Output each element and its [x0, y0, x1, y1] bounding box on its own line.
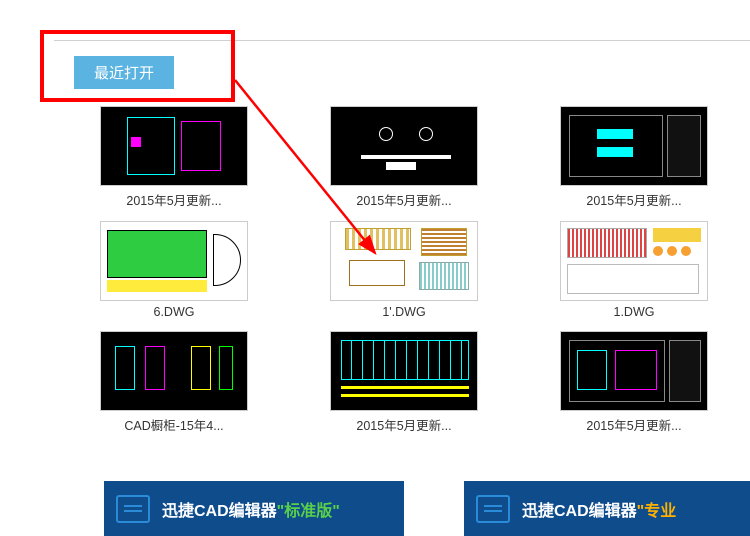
file-name-label: 1.DWG	[544, 305, 724, 319]
file-thumbnail[interactable]	[560, 331, 708, 411]
product-banners: 迅捷CAD编辑器"标准版" 迅捷CAD编辑器"专业	[104, 481, 750, 536]
file-thumbnail[interactable]	[330, 106, 478, 186]
file-name-label: 6.DWG	[84, 305, 264, 319]
logo-icon	[116, 495, 150, 523]
file-item[interactable]: 2015年5月更新...	[314, 106, 494, 209]
file-item[interactable]: 2015年5月更新...	[544, 106, 724, 209]
file-item[interactable]: 2015年5月更新...	[84, 106, 264, 209]
banner-pro[interactable]: 迅捷CAD编辑器"专业	[464, 481, 750, 536]
file-name-label: CAD橱柜-15年4...	[84, 415, 264, 434]
file-name-label: 2015年5月更新...	[544, 190, 724, 209]
file-thumbnail[interactable]	[330, 331, 478, 411]
file-thumbnail[interactable]	[100, 106, 248, 186]
banner-text: 迅捷CAD编辑器"专业	[522, 497, 676, 521]
file-name-label: 2015年5月更新...	[544, 415, 724, 434]
file-thumbnail[interactable]	[560, 106, 708, 186]
file-name-label: 2015年5月更新...	[314, 415, 494, 434]
file-grid: 2015年5月更新... 2015年5月更新... 2015年5月更新... 6.DW…	[84, 106, 724, 434]
file-item[interactable]: 1'.DWG	[314, 221, 494, 319]
file-thumbnail[interactable]	[100, 221, 248, 301]
file-name-label: 2015年5月更新...	[314, 190, 494, 209]
file-thumbnail[interactable]	[330, 221, 478, 301]
banner-text: 迅捷CAD编辑器"标准版"	[162, 497, 340, 521]
file-thumbnail[interactable]	[560, 221, 708, 301]
recent-panel: 最近打开 2015年5月更新...2015年5月更新...2015年5月更新..…	[54, 40, 750, 500]
file-item[interactable]: 2015年5月更新...	[544, 331, 724, 434]
file-item[interactable]: CAD橱柜-15年4...	[84, 331, 264, 434]
logo-icon	[476, 495, 510, 523]
file-item[interactable]: 2015年5月更新...	[314, 331, 494, 434]
banner-standard[interactable]: 迅捷CAD编辑器"标准版"	[104, 481, 404, 536]
file-thumbnail[interactable]	[100, 331, 248, 411]
recent-open-tab[interactable]: 最近打开	[74, 56, 174, 89]
file-name-label: 1'.DWG	[314, 305, 494, 319]
file-item[interactable]: 1.DWG	[544, 221, 724, 319]
file-name-label: 2015年5月更新...	[84, 190, 264, 209]
file-item[interactable]: 6.DWG	[84, 221, 264, 319]
